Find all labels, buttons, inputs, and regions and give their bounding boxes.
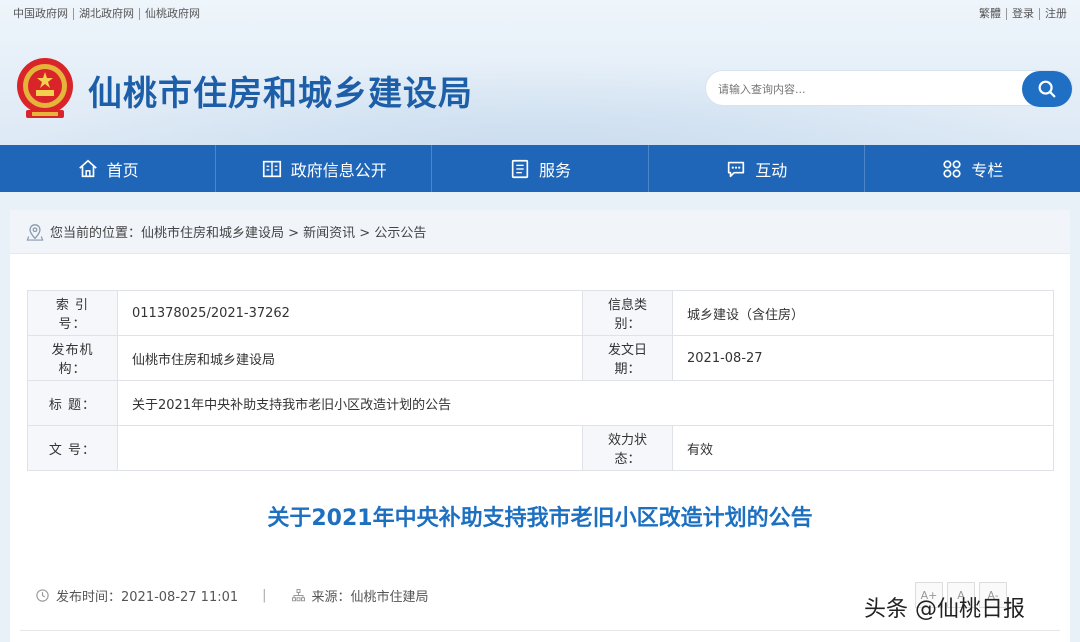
breadcrumb-text[interactable]: 您当前的位置：仙桃市住房和城乡建设局 > 新闻资讯 > 公示公告 <box>50 222 426 241</box>
search-box <box>705 70 1073 107</box>
docno-value <box>117 425 583 471</box>
top-links-left: 中国政府网 湖北政府网 仙桃政府网 <box>8 8 205 20</box>
main-nav: 首页 政府信息公开 服务 互动 专栏 <box>0 145 1080 192</box>
index-value: 011378025/2021-37262 <box>117 290 583 336</box>
metadata-table: 索 引 号： 011378025/2021-37262 信息类别： 城乡建设（含… <box>27 290 1054 471</box>
publish-time: 发布时间：2021-08-27 11:01 <box>56 590 239 605</box>
divider: | <box>262 588 267 603</box>
article-title: 关于2021年中央补助支持我市老旧小区改造计划的公告 <box>267 506 813 531</box>
divider <box>20 630 1060 631</box>
nav-column[interactable]: 专栏 <box>865 145 1080 192</box>
table-row: 发布机构： 仙桃市住房和城乡建设局 发文日期： 2021-08-27 <box>27 335 1054 381</box>
nav-label: 专栏 <box>971 160 1004 180</box>
nav-interaction[interactable]: 互动 <box>649 145 865 192</box>
nav-label: 首页 <box>106 160 139 180</box>
search-icon <box>1038 80 1056 98</box>
nav-label: 政府信息公开 <box>290 160 387 180</box>
link-china-gov[interactable]: 中国政府网 <box>8 8 74 20</box>
date-value: 2021-08-27 <box>672 335 1054 381</box>
home-icon <box>78 159 97 177</box>
source-text: 来源：仙桃市住建局 <box>311 590 429 605</box>
nav-label: 服务 <box>539 160 572 180</box>
search-input[interactable] <box>718 79 1018 99</box>
grid-circles-icon <box>943 159 962 178</box>
status-label: 效力状态： <box>582 425 673 471</box>
source-hierarchy-icon <box>291 589 305 602</box>
title-value: 关于2021年中央补助支持我市老旧小区改造计划的公告 <box>117 380 1054 426</box>
publisher-label: 发布机构： <box>27 335 118 381</box>
main-content: 您当前的位置：仙桃市住房和城乡建设局 > 新闻资讯 > 公示公告 索 引 号： … <box>10 210 1070 642</box>
category-label: 信息类别： <box>582 290 673 336</box>
chat-bubble-icon <box>728 161 745 177</box>
link-hubei-gov[interactable]: 湖北政府网 <box>74 8 140 20</box>
table-row: 文 号： 效力状态： 有效 <box>27 425 1054 471</box>
national-emblem-icon <box>14 56 76 122</box>
login-link[interactable]: 登录 <box>1007 8 1040 20</box>
traditional-chinese-link[interactable]: 繁體 <box>974 8 1007 20</box>
nav-home[interactable]: 首页 <box>0 145 217 192</box>
top-links-right: 繁體 登录 注册 <box>974 8 1072 20</box>
link-xiantao-gov[interactable]: 仙桃政府网 <box>140 8 205 20</box>
location-pin-icon <box>26 223 44 241</box>
docno-label: 文 号： <box>27 425 118 471</box>
publisher-value: 仙桃市住房和城乡建设局 <box>117 335 583 381</box>
table-row: 索 引 号： 011378025/2021-37262 信息类别： 城乡建设（含… <box>27 290 1054 336</box>
index-label: 索 引 号： <box>27 290 118 336</box>
search-button[interactable] <box>1022 71 1072 107</box>
publish-info: 发布时间：2021-08-27 11:01 | 来源：仙桃市住建局 <box>35 586 429 605</box>
title-label: 标 题： <box>27 380 118 426</box>
date-label: 发文日期： <box>582 335 673 381</box>
table-row: 标 题： 关于2021年中央补助支持我市老旧小区改造计划的公告 <box>27 380 1054 426</box>
breadcrumb: 您当前的位置：仙桃市住房和城乡建设局 > 新闻资讯 > 公示公告 <box>10 210 1070 254</box>
category-value: 城乡建设（含住房） <box>672 290 1054 336</box>
register-link[interactable]: 注册 <box>1040 8 1072 20</box>
open-book-icon <box>262 160 281 177</box>
nav-gov-info[interactable]: 政府信息公开 <box>216 145 433 192</box>
top-bar: 中国政府网 湖北政府网 仙桃政府网 繁體 登录 注册 <box>0 0 1080 30</box>
document-list-icon <box>511 159 529 178</box>
nav-label: 互动 <box>755 160 788 180</box>
nav-service[interactable]: 服务 <box>432 145 649 192</box>
status-value: 有效 <box>672 425 1054 471</box>
clock-icon <box>36 589 49 602</box>
site-title: 仙桃市住房和城乡建设局 <box>88 74 473 114</box>
watermark: 头条 @仙桃日报 <box>864 597 1025 622</box>
